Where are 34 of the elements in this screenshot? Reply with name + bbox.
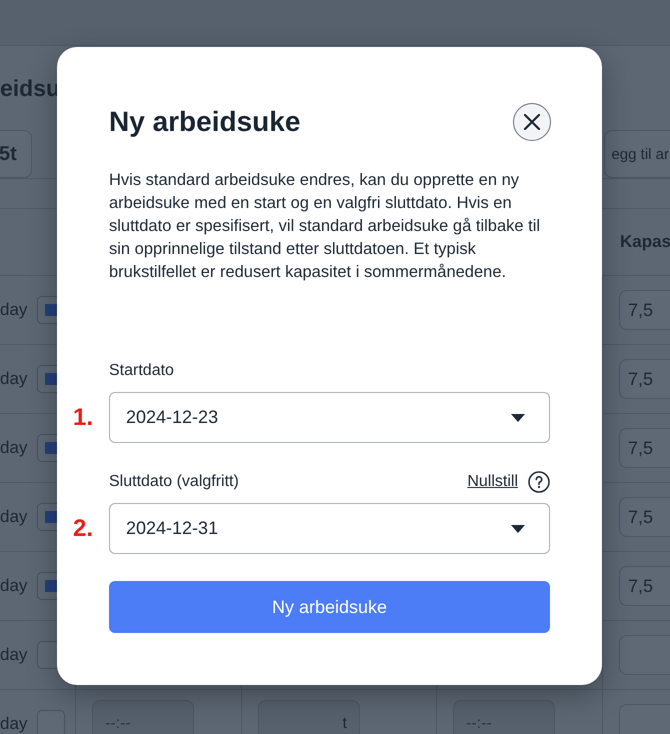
hours-field[interactable]: t [258, 700, 360, 734]
date-select[interactable]: 2024-12-23 [109, 392, 550, 443]
capacity-field[interactable]: 7,5 [619, 290, 670, 330]
dialog-title: Ny arbeidsuke [109, 106, 300, 138]
day-label: day [0, 369, 28, 389]
day-label: day [0, 300, 28, 320]
caret-icon [511, 524, 525, 532]
capacity-field[interactable]: 7,5 [619, 497, 670, 537]
day-label: day [0, 438, 28, 458]
capacity-field[interactable]: 7,5 [619, 428, 670, 468]
step-marker: 2. [73, 514, 94, 542]
checkbox[interactable] [37, 710, 66, 734]
capacity-field[interactable]: 7,5 [619, 566, 670, 606]
submit-button[interactable]: Ny arbeidsuke [109, 581, 550, 633]
add-button[interactable]: egg til ar [604, 130, 670, 178]
capacity-field[interactable]: 7,5 [619, 359, 670, 399]
column-header: Kapas [620, 232, 670, 252]
caret-icon [511, 414, 525, 422]
field-label: Startdato [109, 362, 175, 380]
close-button[interactable] [513, 103, 551, 141]
day-label: day [0, 714, 28, 734]
field-label: Sluttdato (valgfritt) [109, 473, 240, 491]
start-time-field[interactable]: --:-- [92, 700, 194, 734]
date-select[interactable]: 2024-12-31 [109, 503, 550, 554]
reset-link[interactable]: Nullstill [467, 473, 518, 491]
close-icon [523, 113, 541, 131]
day-label: day [0, 576, 28, 596]
day-label: day [0, 645, 28, 665]
end-time-field[interactable]: --:-- [453, 700, 555, 734]
day-label: day [0, 507, 28, 527]
description: Hvis standard arbeidsuke endres, kan du opprette en ny arbeidsuke med en start og en valgfri sluttdato. Hvis en sluttdato er spesifisert, vil standard arbeidsuke gå tilbake til sin opprinnelige tilstand etter sluttdatoen. Et typisk brukstilfellet er redusert kapasitet i sommermånedene. [109, 170, 542, 283]
step-marker: 1. [73, 404, 94, 432]
page-title: eidsu [0, 74, 60, 102]
help-icon[interactable] [528, 471, 550, 493]
